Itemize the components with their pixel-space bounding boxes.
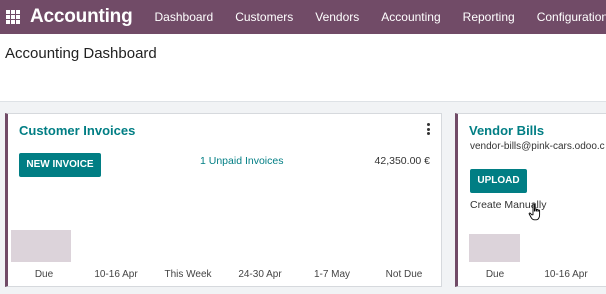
vendor-bills-title[interactable]: Vendor Bills — [469, 123, 544, 138]
chart-label-10-16-apr: 10-16 Apr — [94, 269, 138, 280]
upload-button[interactable]: UPLOAD — [470, 169, 527, 193]
vendor-bills-chart[interactable]: Due 10-16 Apr — [458, 218, 606, 286]
chart-label-10-16-apr: 10-16 Apr — [544, 269, 588, 280]
customer-invoices-chart[interactable]: Due 10-16 Apr This Week 24-30 Apr 1-7 Ma… — [8, 218, 441, 286]
vendor-bills-card: Vendor Bills vendor-bills@pink-cars.odoo… — [455, 113, 606, 287]
nav-configuration[interactable]: Configuration — [537, 10, 606, 24]
customer-invoices-card: Customer Invoices NEW INVOICE 1 Unpaid I… — [5, 113, 442, 287]
vendor-bills-email: vendor-bills@pink-cars.odoo.c — [470, 141, 605, 152]
nav-dashboard[interactable]: Dashboard — [155, 10, 214, 24]
chart-label-due: Due — [34, 269, 54, 280]
unpaid-invoices-link[interactable]: 1 Unpaid Invoices — [200, 155, 283, 167]
kebab-menu-icon[interactable] — [427, 123, 431, 135]
unpaid-amount: 42,350.00 € — [374, 155, 430, 167]
app-brand[interactable]: Accounting — [30, 6, 133, 28]
chart-bar-due[interactable] — [11, 230, 71, 262]
nav-accounting[interactable]: Accounting — [381, 10, 440, 24]
page-title: Accounting Dashboard — [5, 45, 157, 62]
control-panel: Accounting Dashboard — [0, 34, 606, 102]
apps-menu-icon[interactable] — [6, 10, 20, 24]
customer-invoices-title[interactable]: Customer Invoices — [19, 123, 135, 138]
chart-label-this-week: This Week — [164, 269, 212, 280]
chart-label-not-due: Not Due — [385, 269, 423, 280]
chart-bar-due[interactable] — [469, 234, 520, 262]
chart-label-1-7-may: 1-7 May — [313, 269, 351, 280]
chart-label-24-30-apr: 24-30 Apr — [238, 269, 282, 280]
top-navbar: Accounting Dashboard Customers Vendors A… — [0, 0, 606, 34]
nav-vendors[interactable]: Vendors — [315, 10, 359, 24]
new-invoice-button[interactable]: NEW INVOICE — [19, 153, 101, 177]
chart-label-due: Due — [485, 269, 505, 280]
hand-cursor-icon — [528, 203, 541, 221]
nav-customers[interactable]: Customers — [235, 10, 293, 24]
nav-reporting[interactable]: Reporting — [463, 10, 515, 24]
